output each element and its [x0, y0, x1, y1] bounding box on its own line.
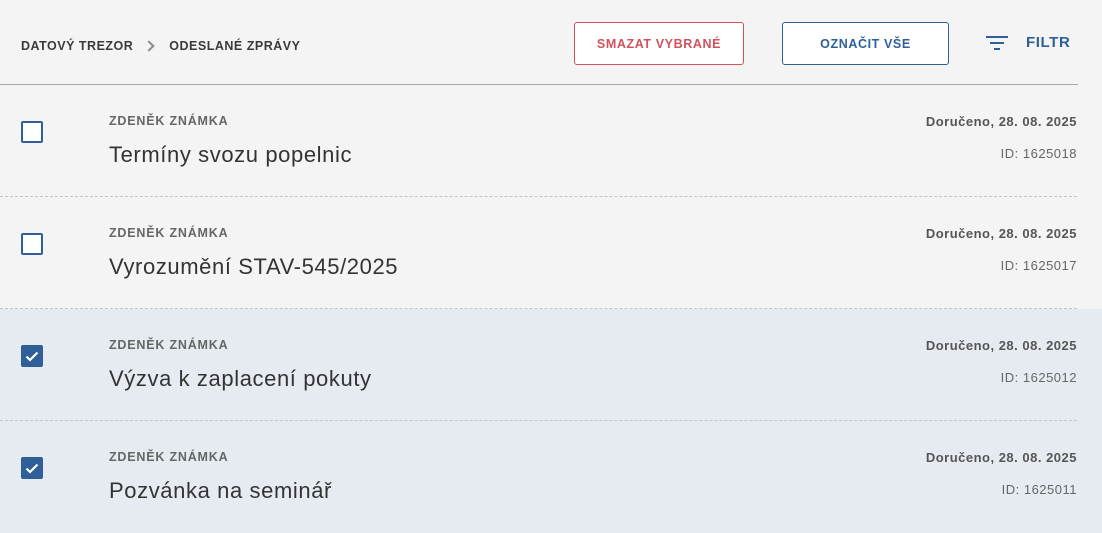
message-id: ID: 1625012	[1000, 370, 1077, 385]
checkmark-icon	[25, 463, 39, 474]
chevron-right-icon	[143, 40, 155, 52]
message-row[interactable]: ZDENĚK ZNÁMKA Pozvánka na seminář Doruče…	[0, 421, 1102, 533]
message-subject[interactable]: Vyrozumění STAV-545/2025	[109, 254, 398, 280]
message-row[interactable]: ZDENĚK ZNÁMKA Vyrozumění STAV-545/2025 D…	[0, 197, 1102, 309]
checkmark-icon	[25, 351, 39, 362]
delete-selected-button[interactable]: SMAZAT VYBRANÉ	[574, 22, 744, 65]
message-list: ZDENĚK ZNÁMKA Termíny svozu popelnic Dor…	[0, 85, 1102, 533]
message-id: ID: 1625018	[1000, 146, 1077, 161]
toolbar: DATOVÝ TREZOR ODESLANÉ ZPRÁVY SMAZAT VYB…	[0, 0, 1078, 85]
message-delivered-date: Doručeno, 28. 08. 2025	[925, 114, 1077, 129]
breadcrumb-item-odeslane-zpravy[interactable]: ODESLANÉ ZPRÁVY	[169, 39, 300, 53]
message-subject[interactable]: Výzva k zaplacení pokuty	[109, 366, 372, 392]
message-delivered-date: Doručeno, 28. 08. 2025	[925, 338, 1077, 353]
message-sender: ZDENĚK ZNÁMKA	[109, 450, 229, 464]
message-subject[interactable]: Termíny svozu popelnic	[109, 142, 352, 168]
message-delivered-date: Doručeno, 28. 08. 2025	[925, 450, 1077, 465]
message-row[interactable]: ZDENĚK ZNÁMKA Termíny svozu popelnic Dor…	[0, 85, 1102, 197]
message-checkbox[interactable]	[21, 457, 43, 479]
message-row[interactable]: ZDENĚK ZNÁMKA Výzva k zaplacení pokuty D…	[0, 309, 1102, 421]
message-checkbox[interactable]	[21, 345, 43, 367]
filter-label: FILTR	[1026, 34, 1071, 51]
select-all-button[interactable]: OZNAČIT VŠE	[782, 22, 949, 65]
message-checkbox[interactable]	[21, 121, 43, 143]
message-id: ID: 1625017	[1000, 258, 1077, 273]
message-delivered-date: Doručeno, 28. 08. 2025	[925, 226, 1077, 241]
message-sender: ZDENĚK ZNÁMKA	[109, 338, 229, 352]
message-checkbox[interactable]	[21, 233, 43, 255]
breadcrumb-item-datovy-trezor[interactable]: DATOVÝ TREZOR	[21, 39, 133, 53]
message-id: ID: 1625011	[1001, 482, 1077, 497]
message-subject[interactable]: Pozvánka na seminář	[109, 478, 332, 504]
filter-icon	[986, 35, 1008, 50]
breadcrumb: DATOVÝ TREZOR ODESLANÉ ZPRÁVY	[21, 39, 300, 53]
filter-button[interactable]: FILTR	[986, 34, 1070, 51]
message-sender: ZDENĚK ZNÁMKA	[109, 114, 229, 128]
message-sender: ZDENĚK ZNÁMKA	[109, 226, 229, 240]
